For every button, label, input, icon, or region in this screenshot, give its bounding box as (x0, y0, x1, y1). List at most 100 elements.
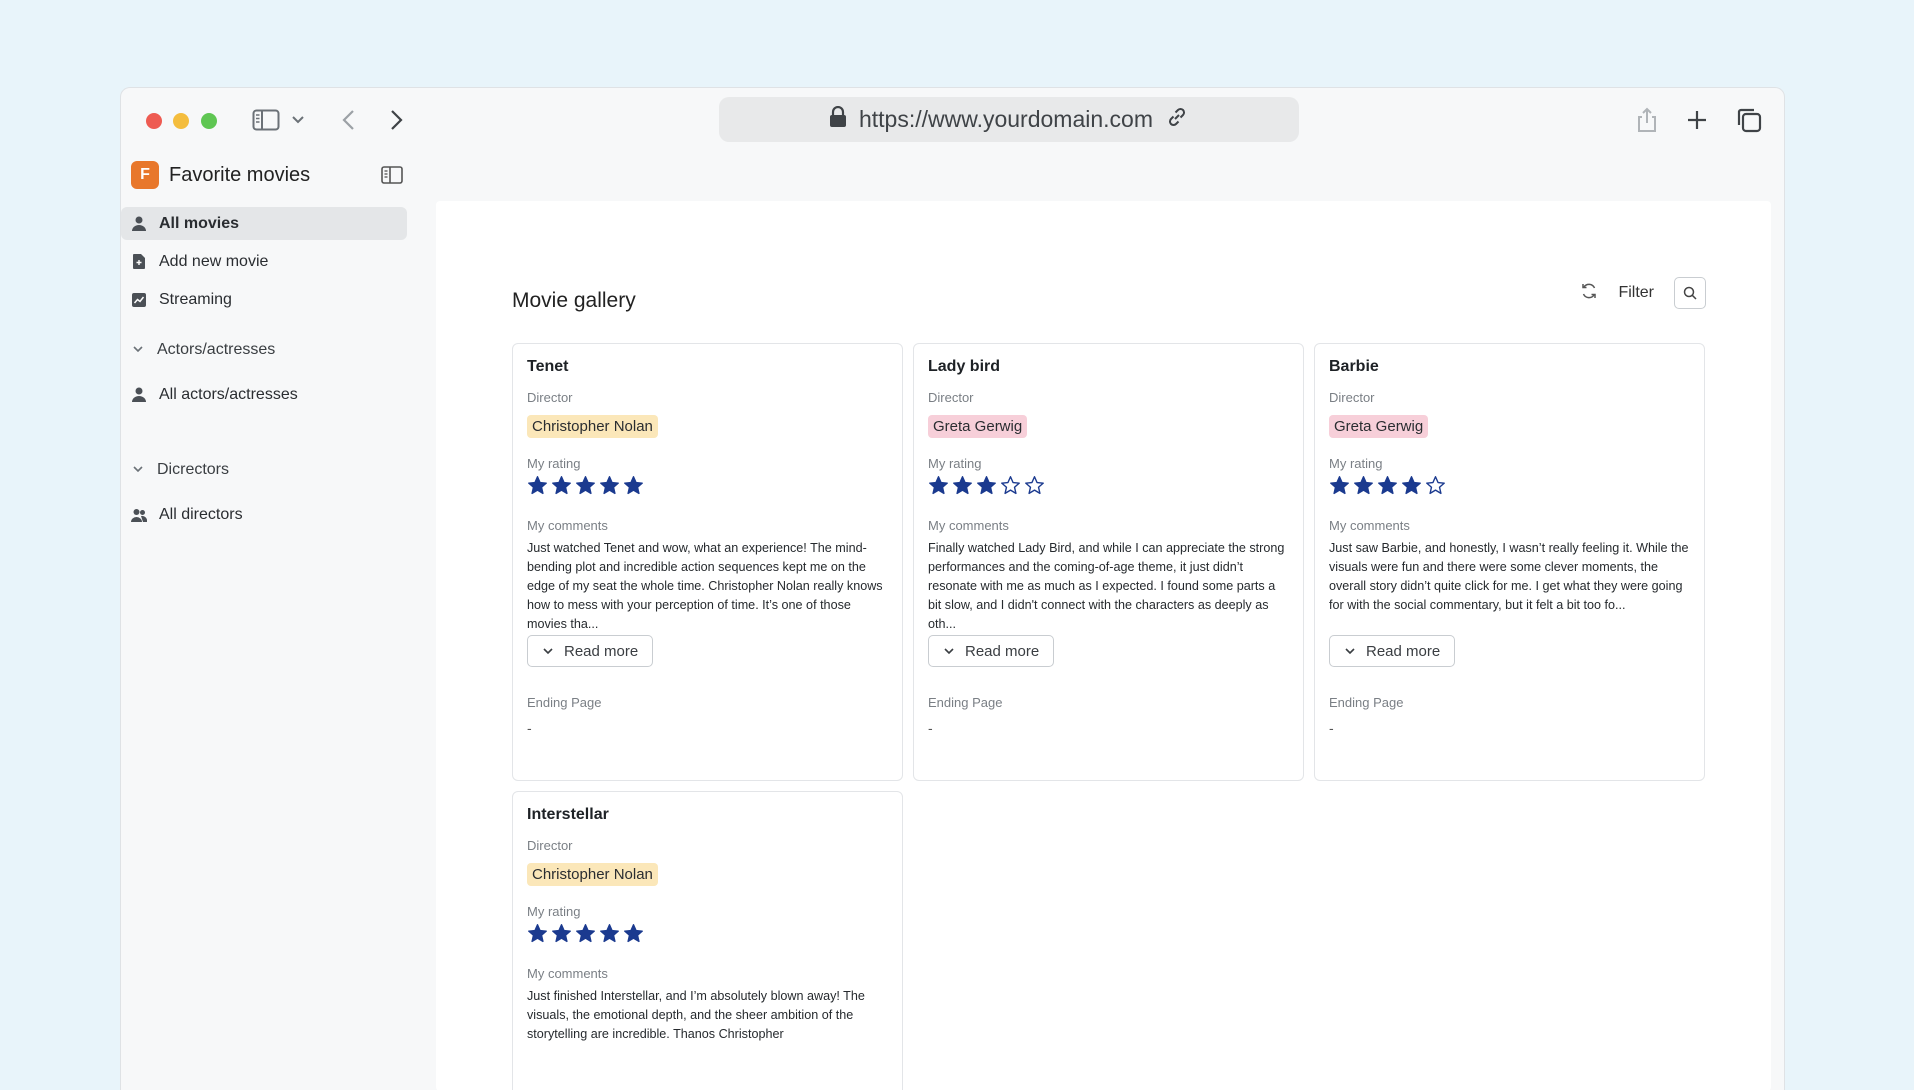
ending-value: - (1329, 720, 1334, 736)
sidebar-item-all-movies[interactable]: All movies (121, 207, 407, 240)
star-filled-icon[interactable] (623, 475, 644, 496)
read-more-button[interactable]: Read more (527, 635, 654, 667)
sidebar-item-label: Streaming (159, 290, 232, 308)
share-icon[interactable] (1636, 106, 1658, 134)
star-filled-icon[interactable] (551, 475, 572, 496)
lock-icon (829, 105, 847, 134)
star-filled-icon[interactable] (952, 475, 973, 496)
person-icon (131, 216, 147, 232)
ending-label: Ending Page (1329, 695, 1404, 710)
read-more-button[interactable]: Read more (928, 635, 1055, 667)
back-arrow-icon[interactable] (341, 106, 357, 134)
star-filled-icon[interactable] (1353, 475, 1374, 496)
search-icon (1683, 286, 1697, 300)
star-empty-icon[interactable] (1024, 475, 1045, 496)
comments-label: My comments (527, 518, 608, 533)
director-label: Director (527, 838, 573, 853)
director-chip[interactable]: Christopher Nolan (527, 415, 658, 438)
movie-title: Barbie (1329, 358, 1379, 375)
star-filled-icon[interactable] (976, 475, 997, 496)
movie-comment: Just finished Interstellar, and I’m abso… (527, 989, 865, 1041)
section-label: Actors/actresses (157, 341, 276, 358)
director-label: Director (1329, 390, 1375, 405)
chevron-down-icon[interactable] (291, 106, 305, 134)
director-chip[interactable]: Christopher Nolan (527, 863, 658, 886)
read-more-button[interactable]: Read more (1329, 635, 1456, 667)
movie-comment: Finally watched Lady Bird, and while I c… (928, 541, 1285, 631)
director-label: Director (527, 390, 573, 405)
maximize-window-button[interactable] (201, 113, 217, 129)
star-filled-icon[interactable] (1377, 475, 1398, 496)
ending-label: Ending Page (527, 695, 602, 710)
movie-card[interactable]: Tenet Director Christopher Nolan My rati… (512, 343, 903, 781)
director-chip[interactable]: Greta Gerwig (928, 415, 1028, 438)
sidebar-section-actors[interactable]: Actors/actresses (121, 341, 275, 359)
app-brand[interactable]: F Favorite movies (131, 161, 310, 189)
star-filled-icon[interactable] (527, 475, 548, 496)
filter-button[interactable]: Filter (1618, 284, 1654, 302)
star-rating[interactable] (527, 923, 888, 944)
browser-window: https://www.yourdomain.com F Favorite mo… (120, 87, 1785, 1090)
chevron-down-icon (131, 341, 145, 359)
star-filled-icon[interactable] (551, 923, 572, 944)
sidebar-item-label: Add new movie (159, 252, 269, 270)
star-filled-icon[interactable] (527, 923, 548, 944)
sidebar-item-label: All actors/actresses (159, 385, 298, 403)
search-button[interactable] (1674, 277, 1706, 309)
star-empty-icon[interactable] (1000, 475, 1021, 496)
sidebar-item-label: All directors (159, 505, 243, 523)
url-text: https://www.yourdomain.com (858, 106, 1153, 132)
sidebar-collapse-icon[interactable] (381, 166, 403, 189)
refresh-icon[interactable] (1580, 282, 1598, 305)
movie-card[interactable]: Barbie Director Greta Gerwig My rating M… (1314, 343, 1705, 781)
new-tab-plus-icon[interactable] (1686, 106, 1708, 134)
sidebar-item-streaming[interactable]: Streaming (121, 283, 407, 316)
sidebar-toggle-icon[interactable] (252, 106, 280, 134)
star-rating[interactable] (928, 475, 1289, 496)
comments-label: My comments (928, 518, 1009, 533)
read-more-label: Read more (564, 642, 639, 660)
star-filled-icon[interactable] (1329, 475, 1350, 496)
person-icon (131, 387, 147, 403)
sidebar-item-all-directors[interactable]: All directors (121, 498, 407, 531)
rating-label: My rating (527, 456, 581, 471)
address-bar[interactable]: https://www.yourdomain.com (719, 97, 1299, 142)
minimize-window-button[interactable] (173, 113, 189, 129)
app-badge: F (131, 161, 159, 189)
sidebar-item-add-new-movie[interactable]: Add new movie (121, 245, 407, 278)
star-filled-icon[interactable] (623, 923, 644, 944)
comments-label: My comments (527, 966, 608, 981)
movie-card[interactable]: Interstellar Director Christopher Nolan … (512, 791, 903, 1090)
star-rating[interactable] (527, 475, 888, 496)
rating-label: My rating (527, 904, 581, 919)
close-window-button[interactable] (146, 113, 162, 129)
star-filled-icon[interactable] (575, 475, 596, 496)
sidebar-item-all-actors[interactable]: All actors/actresses (121, 378, 407, 411)
movie-card[interactable]: Lady bird Director Greta Gerwig My ratin… (913, 343, 1304, 781)
star-filled-icon[interactable] (599, 923, 620, 944)
star-filled-icon[interactable] (928, 475, 949, 496)
chevron-down-icon (131, 461, 145, 479)
forward-arrow-icon[interactable] (388, 106, 404, 134)
read-more-label: Read more (1366, 642, 1441, 660)
movie-comment: Just saw Barbie, and honestly, I wasn’t … (1329, 541, 1689, 612)
gallery-toolbar: Filter (1580, 277, 1706, 309)
sidebar-item-label: All movies (159, 214, 240, 232)
chevron-down-icon (543, 648, 553, 655)
comments-label: My comments (1329, 518, 1410, 533)
star-filled-icon[interactable] (1401, 475, 1422, 496)
director-label: Director (928, 390, 974, 405)
star-rating[interactable] (1329, 475, 1690, 496)
movie-title: Lady bird (928, 358, 1001, 375)
link-icon[interactable] (1165, 105, 1189, 135)
tabs-overview-icon[interactable] (1736, 106, 1762, 134)
star-filled-icon[interactable] (599, 475, 620, 496)
star-empty-icon[interactable] (1425, 475, 1446, 496)
director-chip[interactable]: Greta Gerwig (1329, 415, 1429, 438)
sidebar-section-directors[interactable]: Dicrectors (121, 461, 229, 479)
rating-label: My rating (1329, 456, 1383, 471)
movie-comment: Just watched Tenet and wow, what an expe… (527, 541, 883, 631)
star-filled-icon[interactable] (575, 923, 596, 944)
ending-value: - (928, 720, 933, 736)
chevron-down-icon (1345, 648, 1355, 655)
